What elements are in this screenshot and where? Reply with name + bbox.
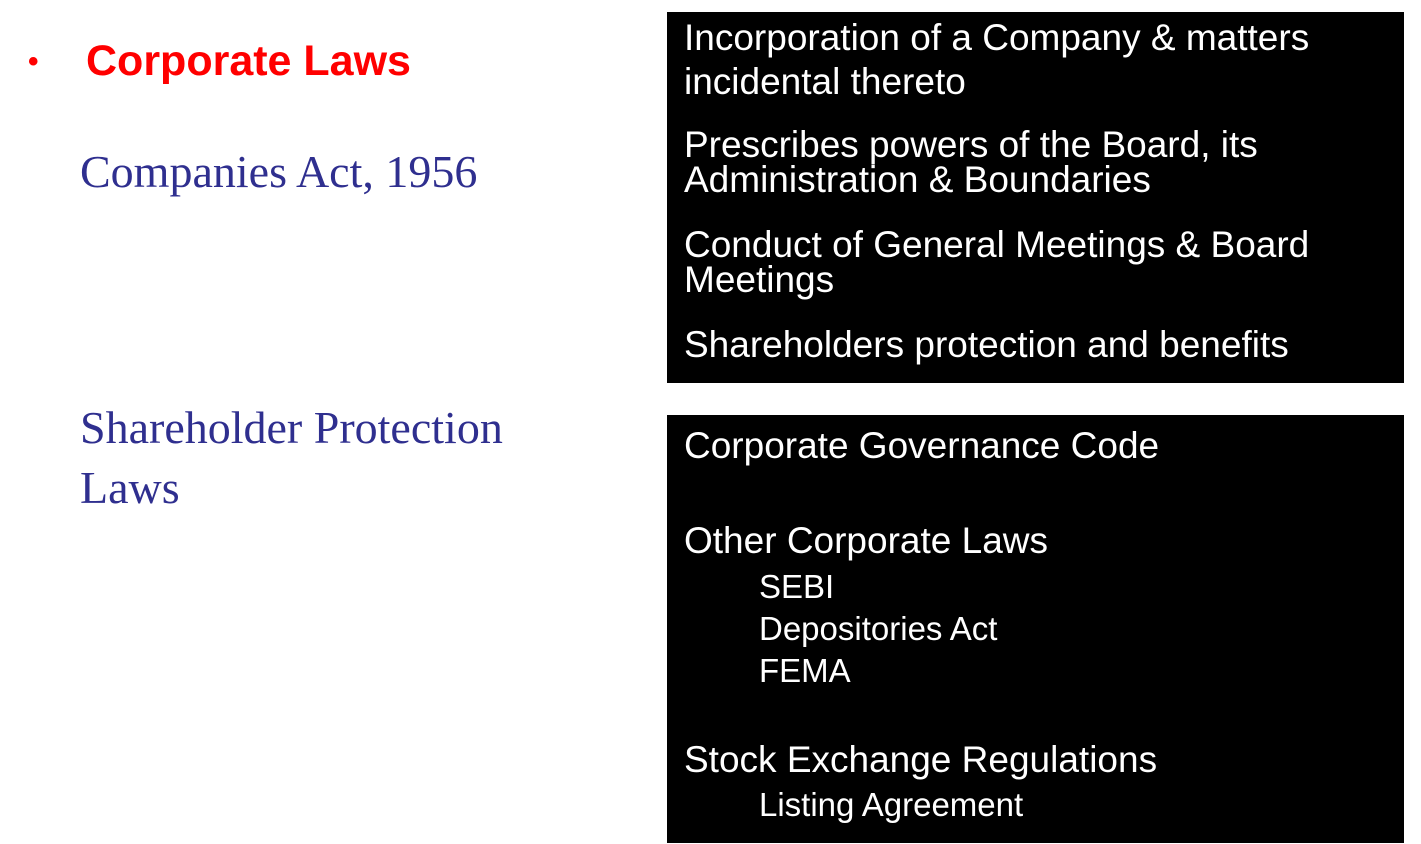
companies-act-label: Companies Act, 1956 xyxy=(80,146,478,197)
shareholder-protection-label-line1: Shareholder Protection xyxy=(80,402,503,453)
box1-item2-line2: Administration & Boundaries xyxy=(684,159,1151,200)
box2-item1: Corporate Governance Code xyxy=(684,425,1160,466)
shareholder-protection-label: Shareholder Protection Laws xyxy=(80,398,600,518)
box2-item2: Other Corporate Laws xyxy=(684,520,1049,561)
box1-item1-line1: Incorporation of a Company & matters xyxy=(684,17,1310,58)
box1-item2-line1: Prescribes powers of the Board, its xyxy=(684,124,1258,165)
box1-item3-line2: Meetings xyxy=(684,259,835,300)
companies-act-details-box: Incorporation of a Company & matters inc… xyxy=(667,12,1404,383)
bullet-icon: • xyxy=(28,44,39,78)
box1-item3-line1: Conduct of General Meetings & Board xyxy=(684,224,1310,265)
shareholder-protection-label-line2: Laws xyxy=(80,462,180,513)
box1-item1-line2: incidental thereto xyxy=(684,61,966,102)
box2-item2-sub2: Depositories Act xyxy=(759,610,998,647)
section-heading: Corporate Laws xyxy=(86,37,411,85)
shareholder-protection-details-box: Corporate Governance Code Other Corporat… xyxy=(667,415,1404,843)
box2-item3: Stock Exchange Regulations xyxy=(684,739,1158,780)
section-heading-row: • Corporate Laws xyxy=(28,40,411,83)
box2-item3-sub1: Listing Agreement xyxy=(759,786,1024,823)
box2-item2-sub1: SEBI xyxy=(759,568,835,605)
box1-item4: Shareholders protection and benefits xyxy=(684,324,1289,365)
box2-item2-sub3: FEMA xyxy=(759,652,851,689)
